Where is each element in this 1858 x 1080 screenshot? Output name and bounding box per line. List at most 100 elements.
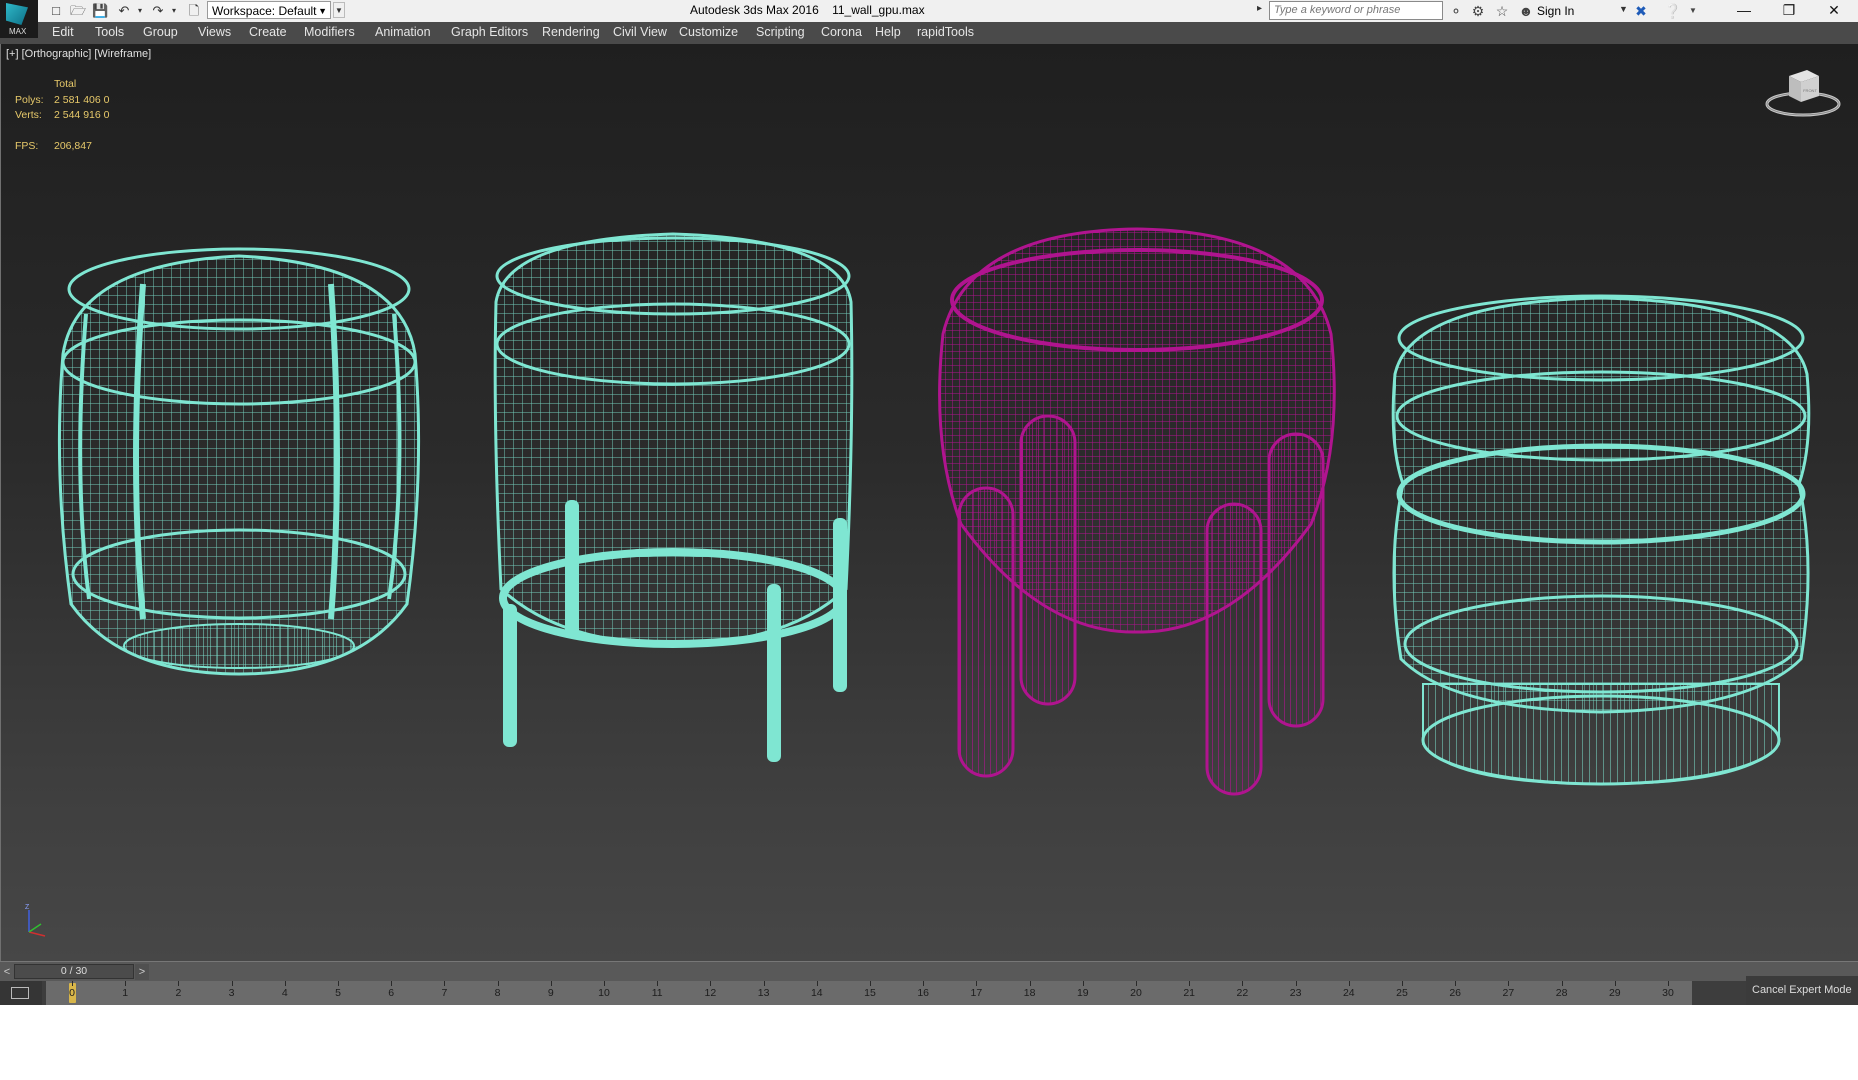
menu-rendering[interactable]: Rendering: [542, 25, 600, 39]
menu-civil-view[interactable]: Civil View: [613, 25, 667, 39]
viewport-label[interactable]: [+] [Orthographic] [Wireframe]: [6, 48, 151, 60]
chevron-down-icon[interactable]: ▼: [1619, 4, 1628, 14]
ruler-tick-mark: [1348, 981, 1350, 986]
minimize-icon[interactable]: —: [1722, 0, 1766, 22]
sign-in-link[interactable]: Sign In: [1537, 4, 1574, 18]
time-slider[interactable]: < 0 / 30 >: [0, 961, 1858, 981]
ruler-tick-label: 27: [1502, 987, 1515, 999]
exchange-icon[interactable]: ✖: [1632, 2, 1650, 20]
menu-create[interactable]: Create: [249, 25, 287, 39]
ruler-tick-mark: [444, 981, 446, 986]
user-icon[interactable]: ☻: [1517, 2, 1535, 20]
frame-slider[interactable]: 0 / 30: [14, 964, 134, 979]
viewcube[interactable]: FRONT: [1763, 66, 1843, 118]
menu-customize[interactable]: Customize: [679, 25, 738, 39]
ruler-tick-mark: [1508, 981, 1510, 986]
ruler-tick-mark: [1242, 981, 1244, 986]
empty-area: [0, 1005, 1858, 1080]
restore-icon[interactable]: ❐: [1767, 0, 1811, 22]
ruler-tick-mark: [1082, 981, 1084, 986]
stool-3-wireframe[interactable]: [938, 227, 1336, 796]
open-file-icon[interactable]: 🗁: [70, 3, 86, 19]
ruler-tick-label: 6: [388, 987, 395, 999]
stool-4-wireframe[interactable]: [1391, 294, 1811, 786]
help-icon[interactable]: ❔: [1664, 2, 1682, 20]
ruler-tick-mark: [125, 981, 127, 986]
redo-icon[interactable]: ↷: [150, 3, 166, 19]
ruler-tick-mark: [391, 981, 393, 986]
ruler-tick-label: 30: [1662, 987, 1674, 999]
menu-tools[interactable]: Tools: [95, 25, 124, 39]
app-logo[interactable]: MAX: [0, 0, 38, 38]
menu-graph-editors[interactable]: Graph Editors: [451, 25, 528, 39]
menu-help[interactable]: Help: [875, 25, 901, 39]
menu-group[interactable]: Group: [143, 25, 178, 39]
ruler-tick-label: 21: [1183, 987, 1196, 999]
menu-corona[interactable]: Corona: [821, 25, 862, 39]
axis-z-label: Z: [25, 904, 30, 911]
subscription-icon[interactable]: ⚙: [1469, 2, 1487, 20]
menu-edit[interactable]: Edit: [52, 25, 74, 39]
ruler-tick-label: 16: [917, 987, 930, 999]
ruler-tick-label: 11: [651, 987, 663, 999]
workspace-dropdown[interactable]: Workspace: Default ▼: [207, 1, 331, 19]
mini-curve-editor-button[interactable]: [0, 981, 42, 1005]
ruler-tick-mark: [1402, 981, 1403, 986]
verts-label: Verts:: [15, 109, 42, 121]
search-expand-icon[interactable]: ▸: [1257, 3, 1262, 14]
ruler-tick-label: 4: [281, 987, 288, 999]
ruler-tick-label: 9: [547, 987, 554, 999]
title-bar: □ 🗁 💾 ↶ ▾ ↷ ▾ 🗋 Workspace: Default ▼ ▼ Au…: [0, 0, 1858, 22]
ruler-tick-label: 17: [970, 987, 983, 999]
stool-2-wireframe[interactable]: [493, 232, 854, 762]
previous-frame-button[interactable]: <: [0, 964, 14, 980]
polys-value: 2 581 406 0: [54, 93, 110, 106]
cancel-expert-mode-button[interactable]: Cancel Expert Mode: [1746, 976, 1858, 1005]
max-logo-icon: [6, 3, 28, 25]
ruler-tick-mark: [816, 981, 818, 986]
viewport[interactable]: [+] [Orthographic] [Wireframe] Total Pol…: [0, 44, 1858, 961]
ruler-tick-mark: [870, 981, 871, 986]
ruler-tick-label: 15: [864, 987, 876, 999]
ruler-tick-label: 8: [494, 987, 501, 999]
new-file-icon[interactable]: □: [48, 3, 64, 19]
help-dropdown-icon[interactable]: ▼: [1684, 2, 1702, 20]
fps-value: 206,847: [54, 140, 92, 152]
search-input[interactable]: Type a keyword or phrase: [1269, 1, 1443, 20]
stool-1-wireframe[interactable]: [57, 247, 421, 676]
ruler-tick-label: 0: [69, 987, 75, 999]
redo-dropdown-icon[interactable]: ▾: [166, 3, 182, 19]
binoculars-icon[interactable]: ⚬: [1447, 2, 1465, 20]
menu-modifiers[interactable]: Modifiers: [304, 25, 355, 39]
ruler-tick-mark: [338, 981, 339, 986]
ruler-tick-mark: [1295, 981, 1297, 986]
ruler-tick-mark: [1455, 981, 1457, 986]
undo-icon[interactable]: ↶: [116, 3, 132, 19]
ruler-tick-label: 12: [704, 987, 717, 999]
close-icon[interactable]: ✕: [1812, 0, 1856, 22]
menu-rapidtools[interactable]: rapidTools: [917, 25, 974, 39]
ruler-tick-label: 28: [1555, 987, 1568, 999]
ruler-tick-label: 5: [335, 987, 341, 999]
fps-label: FPS:: [15, 140, 39, 152]
project-folder-icon[interactable]: 🗋: [186, 3, 202, 19]
menu-animation[interactable]: Animation: [375, 25, 431, 39]
ruler-tick-mark: [284, 981, 286, 986]
scene-objects[interactable]: [1, 44, 1858, 961]
track-bar[interactable]: 0 1 2 3 4 5 6 7 8 9 10 11 12 13 14 15 16 17 18 19 20 21 22 23 24…: [0, 981, 1858, 1005]
ruler-tick-mark: [1029, 981, 1031, 986]
menu-scripting[interactable]: Scripting: [756, 25, 805, 39]
frame-ruler[interactable]: 0 1 2 3 4 5 6 7 8 9 10 11 12 13 14 15 16 17 18 19 20 21 22 23 24…: [46, 981, 1692, 1005]
undo-dropdown-icon[interactable]: ▾: [132, 3, 148, 19]
ruler-tick-label: 3: [228, 987, 235, 999]
favorites-star-icon[interactable]: ☆: [1493, 2, 1511, 20]
window-title: Autodesk 3ds Max 2016 11_wall_gpu.max: [690, 3, 925, 17]
menu-views[interactable]: Views: [198, 25, 231, 39]
ruler-tick-label: 18: [1023, 987, 1036, 999]
quick-access-more-icon[interactable]: ▼: [333, 2, 345, 18]
next-frame-button[interactable]: >: [135, 964, 149, 980]
ruler-tick-mark: [1136, 981, 1137, 986]
logo-text: MAX: [9, 27, 27, 36]
ruler-tick-mark: [976, 981, 978, 986]
save-file-icon[interactable]: 💾: [92, 3, 108, 19]
